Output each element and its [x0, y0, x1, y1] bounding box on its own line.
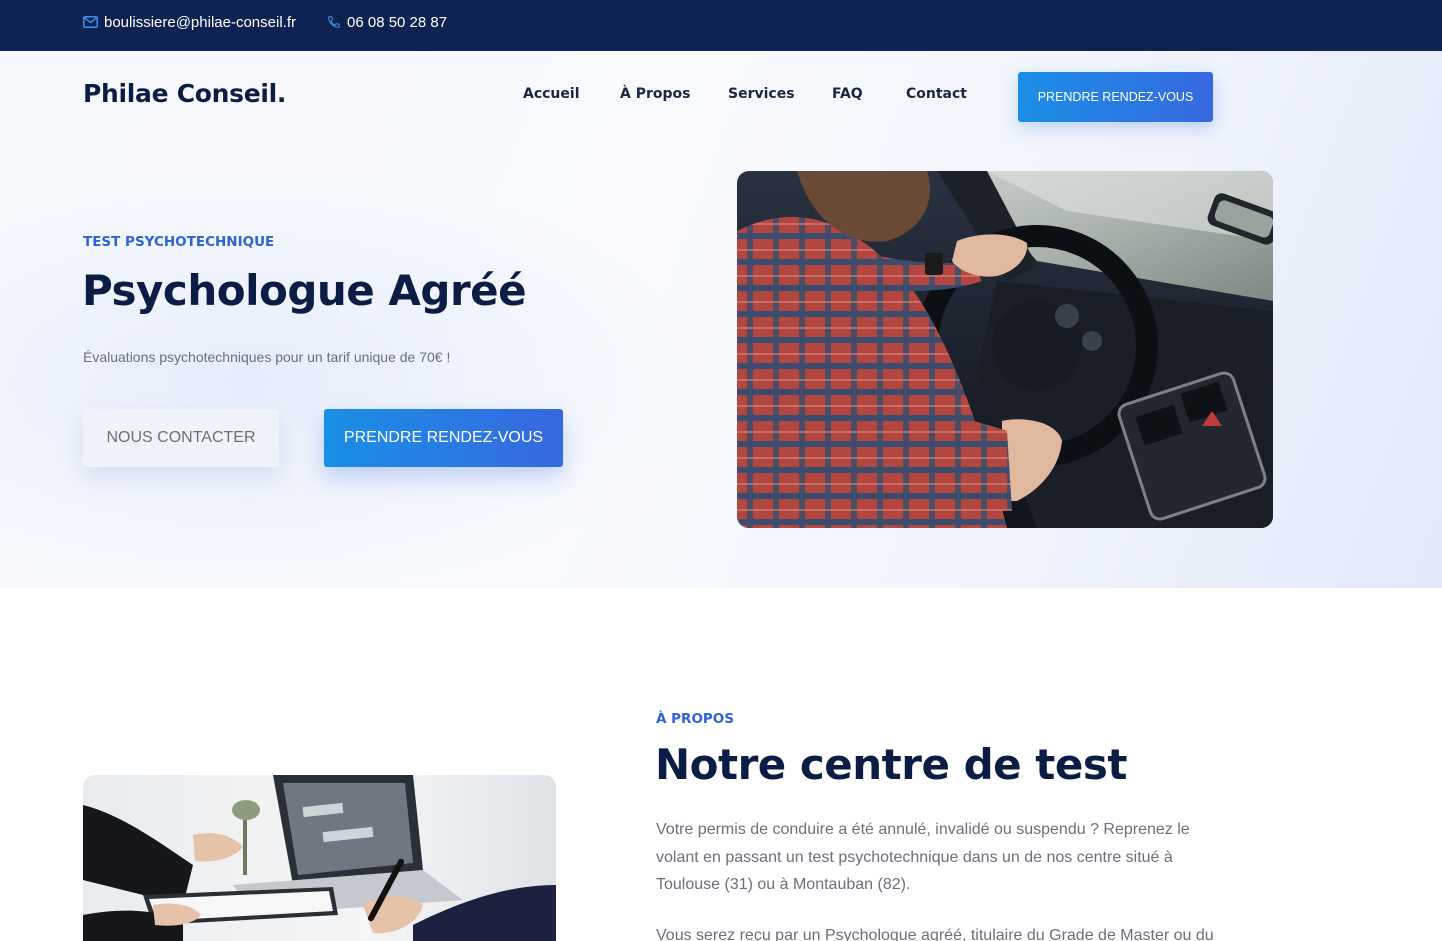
hero-driver-image — [737, 171, 1273, 528]
contact-button[interactable]: NOUS CONTACTER — [83, 409, 279, 467]
hero-title: Psychologue Agréé — [82, 266, 527, 315]
hero-subtitle: Évaluations psychotechniques pour un tar… — [83, 349, 451, 365]
about-kicker: À PROPOS — [656, 711, 735, 727]
topbar-email-text: boulissiere@philae-conseil.fr — [104, 13, 296, 31]
topbar-email-link[interactable]: boulissiere@philae-conseil.fr — [83, 0, 296, 44]
nav-item-contact[interactable]: Contact — [906, 86, 967, 102]
about-paragraph-2: Vous serez reçu par un Psychologue agréé… — [656, 927, 1214, 941]
about-title: Notre centre de test — [655, 740, 1127, 789]
hero-appointment-button[interactable]: PRENDRE RENDEZ-VOUS — [324, 409, 563, 467]
nav-item-accueil[interactable]: Accueil — [523, 86, 580, 102]
header-appointment-button[interactable]: PRENDRE RENDEZ-VOUS — [1018, 72, 1213, 122]
site-logo[interactable]: Philae Conseil. — [83, 79, 286, 108]
envelope-icon — [83, 16, 98, 28]
topbar-phone-text: 06 08 50 28 87 — [347, 13, 448, 31]
nav-item-services[interactable]: Services — [728, 86, 795, 102]
hero-kicker: TEST PSYCHOTECHNIQUE — [83, 234, 275, 250]
topbar-phone-link[interactable]: 06 08 50 28 87 — [327, 0, 447, 44]
nav-item-faq[interactable]: FAQ — [832, 86, 863, 102]
phone-icon — [328, 16, 340, 28]
about-consultation-image — [83, 775, 556, 941]
about-paragraph-1: Votre permis de conduire a été annulé, i… — [656, 821, 1190, 893]
top-contact-bar: boulissiere@philae-conseil.fr 06 08 50 2… — [0, 0, 1442, 51]
nav-item-a-propos[interactable]: À Propos — [620, 86, 690, 102]
